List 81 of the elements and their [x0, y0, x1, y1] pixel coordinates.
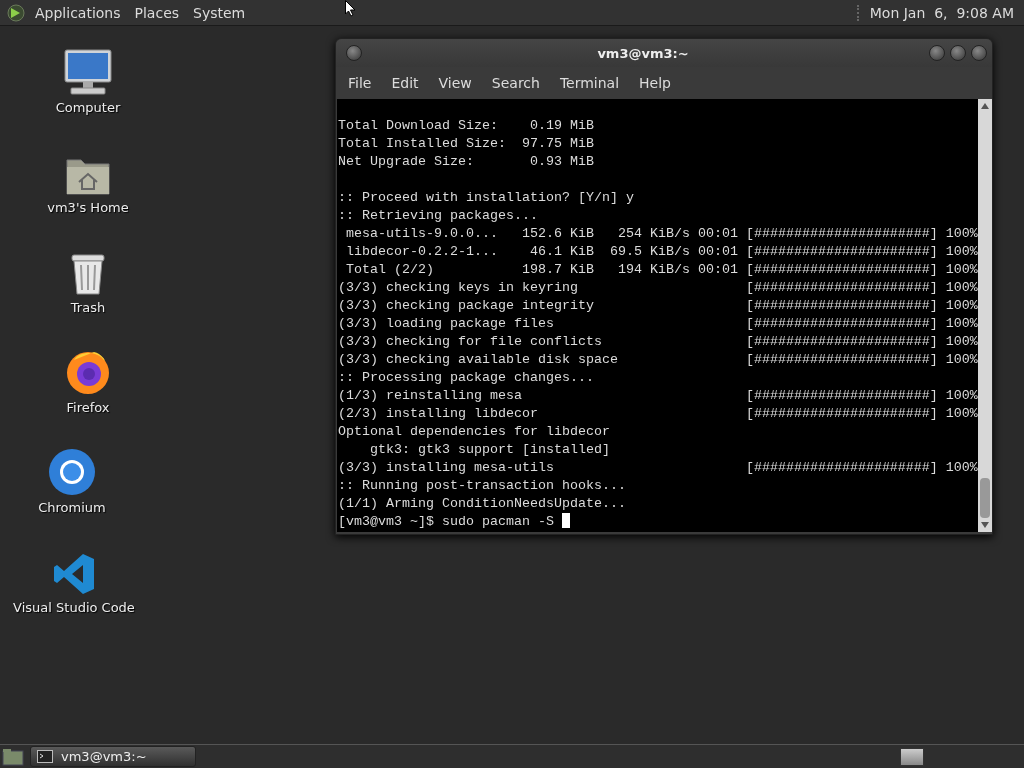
close-button[interactable]: [971, 45, 987, 61]
minimize-button[interactable]: [929, 45, 945, 61]
menu-item[interactable]: Edit: [381, 71, 429, 95]
terminal-line: (3/3) checking keys in keyring: [338, 280, 578, 295]
percent-text: 100%: [945, 225, 978, 243]
percent-text: 100%: [945, 261, 978, 279]
percent-text: 100%: [945, 279, 978, 297]
menu-item[interactable]: Terminal: [549, 71, 630, 95]
terminal-line: mesa-utils-9.0.0... 152.6 KiB 254 KiB/s 00:01: [345, 226, 738, 241]
terminal-line: :: Running post-transaction hooks...: [338, 477, 626, 495]
desktop-icon-label[interactable]: Firefox: [66, 400, 110, 415]
progress-bar-text: [######################]: [745, 225, 938, 243]
scrollbar-thumb[interactable]: [980, 478, 990, 518]
terminal-line: Total Download Size: 0.19 MiB: [338, 117, 594, 135]
terminal-line: libdecor-0.2.2-1... 46.1 KiB 69.5 KiB/s 00:01: [345, 244, 738, 259]
trash-icon[interactable]: [69, 252, 107, 296]
desktop-icon-label[interactable]: Trash: [70, 300, 106, 315]
terminal-line: :: Processing package changes...: [338, 369, 594, 387]
terminal-line: Net Upgrade Size: 0.93 MiB: [338, 153, 594, 171]
progress-bar-text: [######################]: [745, 297, 938, 315]
progress-bar-text: [######################]: [745, 315, 938, 333]
menu-item[interactable]: Help: [629, 71, 681, 95]
window-menu-button[interactable]: [346, 45, 362, 61]
desktop-icon-label[interactable]: vm3's Home: [47, 200, 129, 215]
percent-text: 100%: [945, 459, 978, 477]
terminal-line: (3/3) checking available disk space: [338, 352, 618, 367]
scroll-down-icon[interactable]: [981, 522, 989, 528]
progress-bar-text: [######################]: [745, 243, 938, 261]
desktop-icon-label[interactable]: Chromium: [38, 500, 106, 515]
computer-icon[interactable]: [63, 48, 113, 96]
terminal-line: Optional dependencies for libdecor: [338, 423, 610, 441]
terminal-line: Total (2/2) 198.7 KiB 194 KiB/s 00:01: [345, 262, 738, 277]
menu-item[interactable]: View: [428, 71, 482, 95]
percent-text: 100%: [945, 387, 978, 405]
terminal-line: (3/3) loading package files: [338, 316, 554, 331]
panel-menu[interactable]: Applications: [28, 1, 128, 24]
terminal-line: :: Proceed with installation? [Y/n] y: [338, 189, 634, 207]
taskbar-button[interactable]: vm3@vm3:~: [30, 746, 196, 767]
clock[interactable]: Mon Jan 6, 9:08 AM: [869, 4, 1018, 21]
text-cursor: [561, 513, 570, 528]
terminal-line: (3/3) checking package integrity: [338, 298, 594, 313]
terminal-icon: [37, 750, 53, 763]
terminal-line: (3/3) installing mesa-utils: [338, 460, 554, 475]
terminal-line: (1/1) Arming ConditionNeedsUpdate...: [338, 495, 626, 513]
browser-icon[interactable]: [48, 448, 96, 496]
workspace-switcher[interactable]: [900, 747, 924, 766]
scroll-up-icon[interactable]: [981, 103, 989, 109]
progress-bar-text: [######################]: [745, 405, 938, 423]
mouse-pointer-icon: [345, 0, 356, 17]
terminal-line: gtk3: gtk3 support [installed]: [369, 441, 610, 459]
percent-text: 100%: [945, 351, 978, 369]
command-prompt: [vm3@vm3 ~]$ sudo pacman -S: [338, 513, 554, 531]
folder-home-icon[interactable]: [65, 156, 111, 196]
menu-logo-icon[interactable]: [6, 2, 26, 23]
percent-text: 100%: [945, 297, 978, 315]
percent-text: 100%: [945, 333, 978, 351]
panel-menu[interactable]: Places: [127, 1, 187, 24]
desktop-icon-label[interactable]: Visual Studio Code: [13, 600, 135, 615]
terminal-line: :: Retrieving packages...: [338, 207, 538, 225]
terminal-line: (1/3) reinstalling mesa: [338, 388, 522, 403]
scrollbar[interactable]: [978, 99, 992, 532]
menu-item[interactable]: Search: [481, 71, 550, 95]
code-editor-icon[interactable]: [52, 552, 96, 596]
progress-bar-text: [######################]: [745, 261, 938, 279]
maximize-button[interactable]: [950, 45, 966, 61]
progress-bar-text: [######################]: [745, 387, 938, 405]
window-title: vm3@vm3:~: [596, 45, 690, 61]
percent-text: 100%: [945, 315, 978, 333]
progress-bar-text: [######################]: [745, 351, 938, 369]
progress-bar-text: [######################]: [745, 279, 938, 297]
panel-menu[interactable]: System: [186, 1, 253, 24]
terminal-line: (2/3) installing libdecor: [338, 406, 538, 421]
terminal-line: Total Installed Size: 97.75 MiB: [338, 135, 594, 153]
progress-bar-text: [######################]: [745, 333, 938, 351]
menu-item[interactable]: File: [338, 71, 382, 95]
progress-bar-text: [######################]: [745, 459, 938, 477]
show-desktop-icon[interactable]: [2, 747, 24, 766]
percent-text: 100%: [945, 243, 978, 261]
desktop-icon-label[interactable]: Computer: [55, 100, 121, 115]
percent-text: 100%: [945, 405, 978, 423]
terminal-line: (3/3) checking for file conflicts: [338, 334, 602, 349]
